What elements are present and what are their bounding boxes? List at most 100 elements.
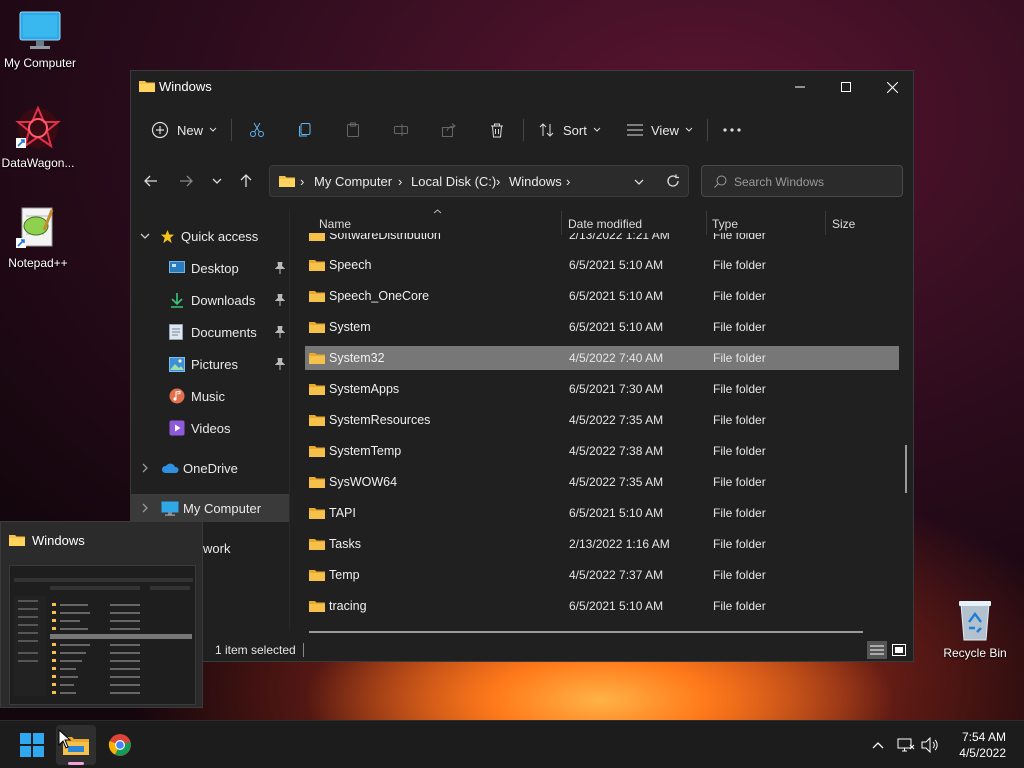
rename-icon — [394, 124, 408, 136]
sidebar-item-my-computer[interactable]: My Computer — [131, 494, 289, 522]
address-bar[interactable]: › My Computer › Local Disk (C:) › Window… — [269, 165, 689, 197]
forward-button[interactable] — [174, 169, 198, 193]
system-clock[interactable]: 7:54 AM 4/5/2022 — [959, 729, 1006, 761]
desktop-icon-recycle-bin[interactable]: Recycle Bin — [935, 598, 1015, 660]
breadcrumb-local-disk[interactable]: Local Disk (C:) — [411, 174, 496, 189]
back-button[interactable] — [139, 169, 163, 193]
cloud-icon — [161, 463, 179, 473]
file-name: TAPI — [329, 506, 356, 520]
column-divider[interactable] — [706, 211, 707, 235]
copy-button[interactable] — [297, 115, 313, 145]
pin-icon[interactable] — [275, 358, 285, 370]
sidebar-item-quick-access[interactable]: Quick access — [131, 222, 289, 250]
file-row[interactable]: Temp 4/5/2022 7:37 AM File folder — [305, 563, 899, 587]
details-view-button[interactable] — [867, 641, 887, 659]
breadcrumb-separator: › — [398, 174, 403, 189]
column-date-modified[interactable]: Date modified — [568, 217, 642, 231]
refresh-icon[interactable] — [666, 174, 680, 188]
network-status-button[interactable] — [896, 735, 916, 755]
file-type: File folder — [713, 506, 766, 520]
new-button[interactable]: New — [151, 115, 217, 145]
sidebar-item-downloads[interactable]: Downloads — [131, 286, 289, 314]
close-button[interactable] — [869, 71, 915, 103]
taskbar-chrome[interactable] — [100, 725, 140, 765]
sort-label: Sort — [563, 122, 587, 138]
file-row[interactable]: System32 4/5/2022 7:40 AM File folder — [305, 346, 899, 370]
volume-button[interactable] — [920, 735, 940, 755]
file-name: SysWOW64 — [329, 475, 398, 489]
column-type[interactable]: Type — [712, 217, 738, 231]
file-date-modified: 2/13/2022 1:21 AM — [569, 233, 670, 242]
desktop-icon-label: Notepad++ — [8, 256, 68, 270]
music-icon — [169, 388, 185, 404]
up-button[interactable] — [234, 169, 258, 193]
search-input[interactable] — [734, 172, 894, 192]
more-options-button[interactable] — [723, 115, 741, 145]
pane-divider[interactable] — [289, 209, 290, 629]
file-row[interactable]: SystemApps 6/5/2021 7:30 AM File folder — [305, 377, 899, 401]
pin-icon[interactable] — [275, 294, 285, 306]
file-date-modified: 4/5/2022 7:35 AM — [569, 413, 664, 427]
chevron-down-icon[interactable] — [634, 179, 644, 186]
file-row[interactable]: Speech 6/5/2021 5:10 AM File folder — [305, 253, 899, 277]
monitor-icon — [161, 501, 179, 516]
column-divider[interactable] — [825, 211, 826, 235]
file-row[interactable]: SystemResources 4/5/2022 7:35 AM File fold… — [305, 408, 899, 432]
star-icon — [160, 229, 175, 243]
large-icons-view-button[interactable] — [889, 641, 909, 659]
maximize-button[interactable] — [823, 71, 869, 103]
sidebar-item-onedrive[interactable]: OneDrive — [131, 454, 289, 482]
sidebar-item-desktop[interactable]: Desktop — [131, 254, 289, 282]
file-row[interactable]: tracing 6/5/2021 5:10 AM File folder — [305, 594, 899, 618]
sidebar-item-music[interactable]: Music — [131, 382, 289, 410]
desktop-icon-datawagon[interactable]: DataWagon... — [0, 104, 78, 170]
horizontal-scrollbar-thumb[interactable] — [309, 631, 863, 633]
breadcrumb-my-computer[interactable]: My Computer — [314, 174, 392, 189]
taskbar-preview[interactable]: Windows — [0, 521, 203, 708]
breadcrumb-windows[interactable]: Windows — [509, 174, 562, 189]
search-box[interactable] — [701, 165, 903, 197]
column-size[interactable]: Size — [832, 217, 855, 231]
file-row[interactable]: System 6/5/2021 5:10 AM File folder — [305, 315, 899, 339]
recent-locations-button[interactable] — [205, 169, 229, 193]
arrow-right-icon — [180, 175, 193, 187]
file-row[interactable]: Speech_OneCore 6/5/2021 5:10 AM File folde… — [305, 284, 899, 308]
column-name[interactable]: Name — [319, 217, 351, 231]
pin-icon[interactable] — [275, 326, 285, 338]
sidebar-item-label: work — [203, 540, 231, 556]
paste-button[interactable] — [345, 115, 361, 145]
sidebar-item-pictures[interactable]: Pictures — [131, 350, 289, 378]
title-bar[interactable]: Windows — [131, 71, 913, 103]
file-row[interactable]: TAPI 6/5/2021 5:10 AM File folder — [305, 501, 899, 525]
pin-icon[interactable] — [275, 262, 285, 274]
column-divider[interactable] — [561, 211, 562, 235]
folder-icon — [309, 353, 325, 364]
desktop-icon-my-computer[interactable]: My Computer — [0, 10, 80, 70]
delete-button[interactable] — [489, 115, 505, 145]
sort-button[interactable]: Sort — [539, 115, 601, 145]
sidebar-item-documents[interactable]: Documents — [131, 318, 289, 346]
show-hidden-icons-button[interactable] — [868, 735, 888, 755]
chevron-down-icon — [209, 127, 217, 132]
folder-icon — [309, 260, 325, 271]
file-row[interactable]: SoftwareDistribution 2/13/2022 1:21 AM Fil… — [305, 233, 899, 247]
sidebar-item-videos[interactable]: Videos — [131, 414, 289, 442]
folder-icon — [309, 233, 325, 241]
sort-icon — [539, 123, 554, 137]
folder-icon — [309, 477, 325, 488]
notepadpp-icon — [16, 207, 54, 248]
rename-button[interactable] — [393, 115, 409, 145]
file-row[interactable]: Tasks 2/13/2022 1:16 AM File folder — [305, 532, 899, 556]
minimize-button[interactable] — [777, 71, 823, 103]
file-row[interactable]: SystemTemp 4/5/2022 7:38 AM File folder — [305, 439, 899, 463]
cut-button[interactable] — [249, 115, 265, 145]
file-type: File folder — [713, 568, 766, 582]
mouse-cursor-icon — [58, 729, 72, 749]
clock-time: 7:54 AM — [961, 730, 1006, 744]
vertical-scrollbar-thumb[interactable] — [905, 445, 907, 493]
view-button[interactable]: View — [627, 115, 693, 145]
file-row[interactable]: SysWOW64 4/5/2022 7:35 AM File folder — [305, 470, 899, 494]
share-button[interactable] — [441, 115, 457, 145]
start-button[interactable] — [12, 725, 52, 765]
desktop-icon-notepadpp[interactable]: Notepad++ — [0, 204, 78, 270]
